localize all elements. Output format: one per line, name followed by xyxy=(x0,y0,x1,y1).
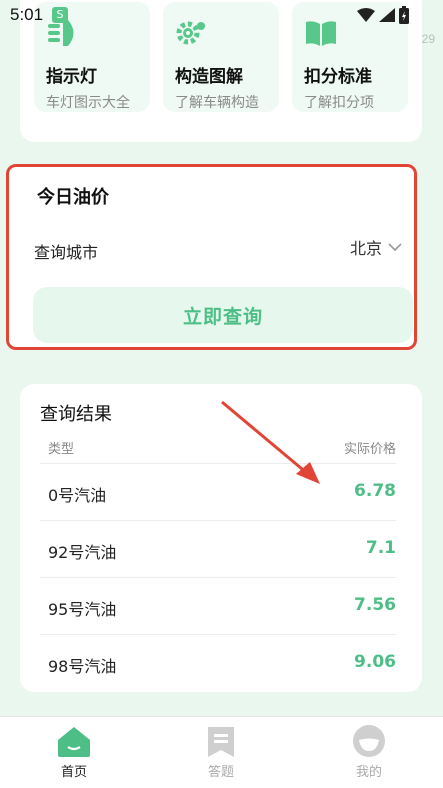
fuel-type: 98号汽油 xyxy=(48,657,117,676)
result-card: 查询结果 类型 实际价格 0号汽油 6.78 92号汽油 7.1 95号汽油 7… xyxy=(20,384,422,692)
fuel-price: 7.1 xyxy=(365,538,396,558)
column-header-price: 实际价格 xyxy=(343,442,396,457)
table-row: 0号汽油 6.78 xyxy=(40,464,396,521)
status-time: 5:01 xyxy=(10,5,44,24)
bookmark-icon xyxy=(208,727,234,757)
result-header: 类型 实际价格 xyxy=(40,436,396,464)
oil-price-card: 今日油价 查询城市 北京 立即查询 xyxy=(6,164,417,350)
profile-icon xyxy=(353,725,385,757)
table-row: 95号汽油 7.56 xyxy=(40,578,396,635)
table-row: 92号汽油 7.1 xyxy=(40,521,396,578)
query-button[interactable]: 立即查询 xyxy=(33,287,413,343)
nav-label: 答题 xyxy=(207,765,234,780)
tile-desc: 了解扣分项 xyxy=(304,95,374,111)
tile-title: 指示灯 xyxy=(46,67,97,87)
battery-icon xyxy=(399,6,409,24)
nav-label: 首页 xyxy=(60,765,87,780)
city-label: 查询城市 xyxy=(34,243,99,262)
tile-title: 扣分标准 xyxy=(304,67,372,87)
nav-label: 我的 xyxy=(355,765,382,780)
nav-home[interactable]: 首页 xyxy=(34,725,114,780)
city-select[interactable]: 北京 xyxy=(350,235,402,259)
result-title: 查询结果 xyxy=(40,404,112,425)
status-icons xyxy=(357,6,409,24)
city-value: 北京 xyxy=(349,239,382,258)
column-header-type: 类型 xyxy=(48,442,75,457)
fuel-type: 0号汽油 xyxy=(48,486,107,505)
nav-quiz[interactable]: 答题 xyxy=(181,725,261,780)
fuel-type: 95号汽油 xyxy=(48,600,117,619)
status-bar: 5:01 S xyxy=(0,0,443,30)
bottom-nav: 首页 答题 我的 xyxy=(0,716,443,788)
nav-profile[interactable]: 我的 xyxy=(329,725,409,780)
tile-title: 构造图解 xyxy=(175,67,243,87)
tile-desc: 车灯图示大全 xyxy=(46,95,130,111)
fuel-price: 6.78 xyxy=(354,481,396,501)
home-icon xyxy=(58,727,90,757)
tile-desc: 了解车辆构造 xyxy=(175,95,259,111)
wifi-icon xyxy=(357,8,375,22)
oil-price-title: 今日油价 xyxy=(37,187,109,208)
fuel-price: 9.06 xyxy=(354,652,396,672)
signal-icon xyxy=(379,8,395,22)
fuel-type: 92号汽油 xyxy=(48,543,117,562)
fuel-price: 7.56 xyxy=(354,595,396,615)
table-row: 98号汽油 9.06 xyxy=(40,635,396,692)
chevron-down-icon xyxy=(388,243,402,252)
notification-icon: S xyxy=(52,7,68,23)
